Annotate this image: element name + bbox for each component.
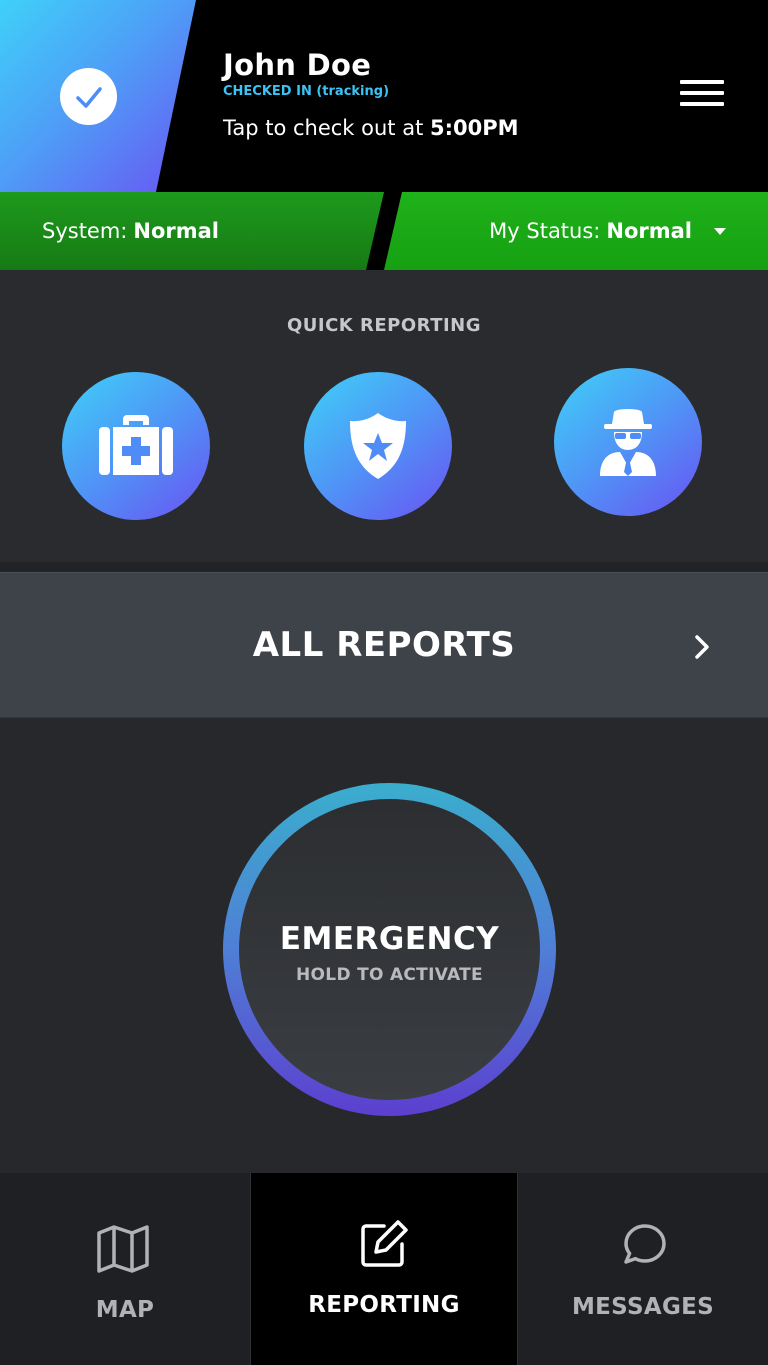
checkin-state: CHECKED IN (tracking) <box>223 84 390 99</box>
tab-reporting[interactable]: REPORTING <box>251 1173 517 1365</box>
bottom-nav: MAP REPORTING MESSAGES <box>0 1173 768 1365</box>
checkout-time: 5:00PM <box>430 116 519 140</box>
emergency-title: EMERGENCY <box>279 921 500 957</box>
tab-messages-label: MESSAGES <box>571 1294 715 1320</box>
quick-reporting-title: QUICK REPORTING <box>286 315 482 336</box>
tab-reporting-label: REPORTING <box>308 1292 460 1318</box>
medical-kit-icon <box>99 415 173 475</box>
all-reports-button[interactable]: ALL REPORTS <box>0 572 768 718</box>
check-icon <box>75 86 102 108</box>
tab-map[interactable]: MAP <box>0 1173 250 1365</box>
checkout-button[interactable]: Tap to check out at 5:00PM <box>223 116 519 140</box>
emergency-subtitle: HOLD TO ACTIVATE <box>296 965 483 985</box>
edit-icon <box>361 1220 408 1267</box>
tab-map-label: MAP <box>95 1297 155 1323</box>
quick-report-suspicious-button[interactable] <box>554 368 702 516</box>
tab-messages[interactable]: MESSAGES <box>518 1173 768 1365</box>
user-name: John Doe <box>223 48 372 82</box>
map-icon <box>97 1225 149 1273</box>
checkin-status-button[interactable] <box>60 68 117 125</box>
system-status-label: System: <box>42 219 128 243</box>
quick-reporting-section: QUICK REPORTING <box>0 270 768 562</box>
chevron-right-icon[interactable] <box>692 634 712 660</box>
police-badge-icon <box>350 413 406 479</box>
my-status-value: Normal <box>606 219 692 243</box>
section-divider <box>0 562 768 572</box>
suspicious-person-icon <box>600 409 656 476</box>
app-header: John Doe CHECKED IN (tracking) Tap to ch… <box>0 0 768 192</box>
emergency-button[interactable]: EMERGENCY HOLD TO ACTIVATE <box>223 783 556 1116</box>
my-status-dropdown[interactable]: My Status: Normal <box>384 192 768 270</box>
quick-report-medical-button[interactable] <box>62 372 210 520</box>
quick-report-police-button[interactable] <box>304 372 452 520</box>
system-status-value: Normal <box>133 219 220 243</box>
status-bar: System: Normal My Status: Normal <box>0 192 768 270</box>
all-reports-label: ALL REPORTS <box>252 625 516 665</box>
my-status-label: My Status: <box>489 219 601 243</box>
checkout-prefix: Tap to check out at <box>223 116 424 140</box>
hamburger-menu-icon[interactable] <box>680 80 724 112</box>
system-status: System: Normal <box>0 192 384 270</box>
caret-down-icon <box>714 227 726 235</box>
chat-bubble-icon <box>624 1224 666 1264</box>
